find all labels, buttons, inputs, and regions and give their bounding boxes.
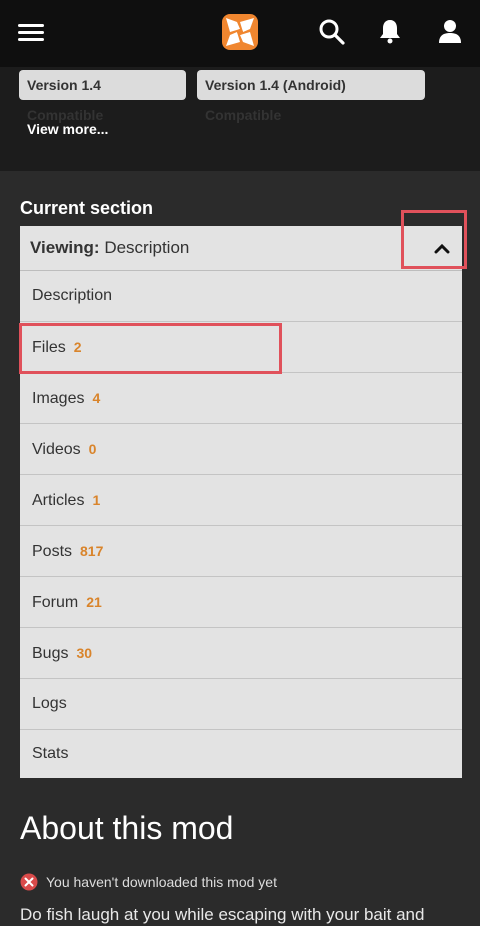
item-label: Videos xyxy=(32,441,81,458)
item-label: Logs xyxy=(32,695,67,712)
section-item-description[interactable]: Description xyxy=(20,271,462,322)
section-item-stats[interactable]: Stats xyxy=(20,730,462,778)
view-more-link[interactable]: View more... xyxy=(27,121,108,137)
item-count: 1 xyxy=(92,492,101,508)
section-item-bugs[interactable]: Bugs 30 xyxy=(20,628,462,679)
section-item-articles[interactable]: Articles 1 xyxy=(20,475,462,526)
item-label: Posts xyxy=(32,543,73,560)
item-count: 817 xyxy=(80,543,104,559)
section-item-files[interactable]: Files 2 xyxy=(20,322,462,373)
item-label: Bugs xyxy=(32,645,69,662)
about-mod-title: About this mod xyxy=(20,810,234,846)
section-item-forum[interactable]: Forum 21 xyxy=(20,577,462,628)
item-label: Articles xyxy=(32,492,85,509)
item-label: Stats xyxy=(32,745,69,762)
section-item-posts[interactable]: Posts 817 xyxy=(20,526,462,577)
item-count: 21 xyxy=(86,594,102,610)
item-label: Description xyxy=(32,287,113,304)
mod-tags-section: Version 1.4 Compatible Version 1.4 (Andr… xyxy=(0,67,480,171)
search-icon[interactable] xyxy=(318,18,346,46)
section-dropdown: Viewing: Description Description Files 2 … xyxy=(20,226,462,778)
nexus-logo[interactable] xyxy=(220,12,260,52)
item-count: 4 xyxy=(92,390,101,406)
hamburger-menu-icon[interactable] xyxy=(18,22,44,42)
item-label: Forum xyxy=(32,594,79,611)
item-label: Images xyxy=(32,390,85,407)
user-icon[interactable] xyxy=(436,17,464,45)
mod-description: Do fish laugh at you while escaping with… xyxy=(20,905,425,924)
item-count: 2 xyxy=(73,339,82,355)
top-navigation-bar xyxy=(0,0,480,67)
viewing-value: Description xyxy=(104,238,190,257)
tag-version-compatible[interactable]: Version 1.4 Compatible xyxy=(19,70,186,123)
chevron-up-icon[interactable] xyxy=(434,242,450,254)
tag-android-compatible[interactable]: Version 1.4 (Android) Compatible xyxy=(197,70,425,123)
section-item-images[interactable]: Images 4 xyxy=(20,373,462,424)
section-item-logs[interactable]: Logs xyxy=(20,679,462,730)
bell-icon[interactable] xyxy=(376,17,404,45)
viewing-label: Viewing: xyxy=(30,238,100,257)
item-count: 30 xyxy=(76,645,93,661)
item-label: Files xyxy=(32,339,66,356)
item-count: 0 xyxy=(88,441,97,457)
not-downloaded-warning: You haven't downloaded this mod yet xyxy=(46,874,277,890)
section-dropdown-header[interactable]: Viewing: Description xyxy=(20,226,462,271)
current-section-heading: Current section xyxy=(20,198,154,218)
section-item-videos[interactable]: Videos 0 xyxy=(20,424,462,475)
error-circle-icon xyxy=(20,873,38,891)
